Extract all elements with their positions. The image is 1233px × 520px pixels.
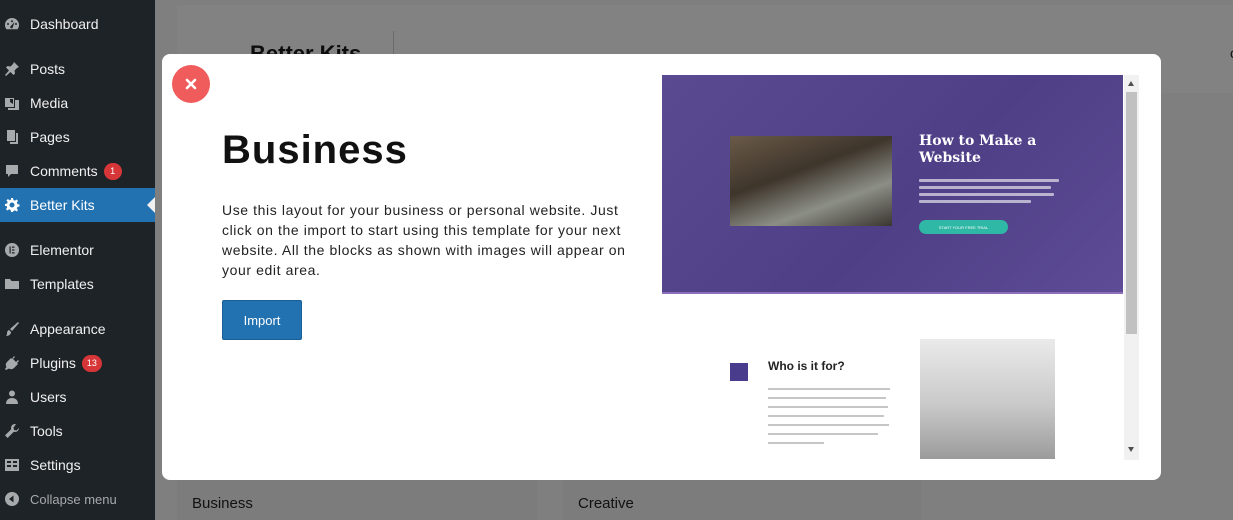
preview-scrollbar[interactable] <box>1124 75 1139 460</box>
preview-section-photo <box>920 339 1055 459</box>
preview-text-line <box>768 406 888 408</box>
template-description: Use this layout for your business or per… <box>222 202 626 278</box>
preview-text-line <box>919 193 1054 196</box>
admin-sidebar: Dashboard Posts Media Pages Comments 1 B… <box>0 0 155 520</box>
preview-text-line <box>768 388 890 390</box>
preview-section-icon <box>730 363 748 381</box>
gear-icon <box>4 197 20 213</box>
comment-icon <box>4 163 20 179</box>
template-card-label: Business <box>192 495 253 512</box>
wrench-icon <box>4 423 20 439</box>
sidebar-item-label: Comments <box>30 163 98 179</box>
preview-text-line <box>768 424 889 426</box>
preview-hero-heading: How to Make a Website <box>919 133 1037 166</box>
template-card-label: Creative <box>578 495 634 512</box>
collapse-menu-button[interactable]: Collapse menu <box>0 482 155 516</box>
plugins-count-badge: 13 <box>81 354 102 372</box>
template-preview-image[interactable]: How to Make a Website START YOUR FREE TR… <box>662 75 1139 460</box>
import-button[interactable]: Import <box>222 300 302 340</box>
template-card-creative[interactable]: Creative <box>563 480 921 520</box>
sidebar-item-posts[interactable]: Posts <box>0 52 155 86</box>
sidebar-item-appearance[interactable]: Appearance <box>0 312 155 346</box>
preview-hero-section: How to Make a Website START YOUR FREE TR… <box>662 75 1123 292</box>
sidebar-item-label: Tools <box>30 423 63 439</box>
sidebar-item-templates[interactable]: Templates <box>0 267 155 301</box>
preview-hero-button: START YOUR FREE TRIAL <box>919 220 1008 234</box>
sidebar-item-label: Better Kits <box>30 197 95 213</box>
sidebar-item-users[interactable]: Users <box>0 380 155 414</box>
pin-icon <box>4 61 20 77</box>
sidebar-item-label: Dashboard <box>30 16 99 32</box>
sidebar-item-tools[interactable]: Tools <box>0 414 155 448</box>
template-card-business[interactable]: Business <box>177 480 537 520</box>
sidebar-item-dashboard[interactable]: Dashboard <box>0 7 155 41</box>
close-button[interactable] <box>172 65 210 103</box>
preview-section-heading: Who is it for? <box>768 359 845 373</box>
user-icon <box>4 389 20 405</box>
media-icon <box>4 95 20 111</box>
collapse-icon <box>4 491 20 507</box>
sidebar-item-label: Templates <box>30 276 94 292</box>
dashboard-icon <box>4 16 20 32</box>
preview-text-line <box>768 397 886 399</box>
sidebar-item-label: Posts <box>30 61 66 77</box>
sidebar-item-settings[interactable]: Settings <box>0 448 155 482</box>
sidebar-item-label: Pages <box>30 129 70 145</box>
sidebar-item-better-kits[interactable]: Better Kits <box>0 188 155 222</box>
folder-icon <box>4 276 20 292</box>
preview-text-line <box>768 442 824 444</box>
preview-hero-photo <box>730 136 892 226</box>
preview-text-line <box>919 200 1031 203</box>
template-preview-modal: Business Use this layout for your busine… <box>162 54 1161 480</box>
comments-count-badge: 1 <box>103 162 122 180</box>
sidebar-item-media[interactable]: Media <box>0 86 155 120</box>
preview-text-line <box>768 415 884 417</box>
sidebar-item-label: Media <box>30 95 69 111</box>
sidebar-item-comments[interactable]: Comments 1 <box>0 154 155 188</box>
scroll-up-icon[interactable] <box>1128 81 1134 86</box>
sidebar-item-label: Settings <box>30 457 81 473</box>
scrollbar-thumb[interactable] <box>1126 92 1137 334</box>
sidebar-item-plugins[interactable]: Plugins 13 <box>0 346 155 380</box>
preview-text-line <box>919 186 1051 189</box>
preview-text-line <box>768 433 878 435</box>
sidebar-item-pages[interactable]: Pages <box>0 120 155 154</box>
sidebar-item-label: Users <box>30 389 67 405</box>
preview-hero-divider <box>662 292 1123 294</box>
sidebar-item-elementor[interactable]: Elementor <box>0 233 155 267</box>
pages-icon <box>4 129 20 145</box>
brush-icon <box>4 321 20 337</box>
scroll-down-icon[interactable] <box>1128 447 1134 452</box>
close-icon <box>185 78 197 90</box>
plug-icon <box>4 355 20 371</box>
template-title: Business <box>222 128 408 172</box>
sidebar-item-label: Plugins <box>30 355 76 371</box>
sidebar-item-label: Collapse menu <box>30 491 117 507</box>
preview-text-line <box>919 179 1059 182</box>
elementor-icon <box>4 242 20 258</box>
sidebar-item-label: Appearance <box>30 321 106 337</box>
settings-icon <box>4 457 20 473</box>
sidebar-item-label: Elementor <box>30 242 94 258</box>
